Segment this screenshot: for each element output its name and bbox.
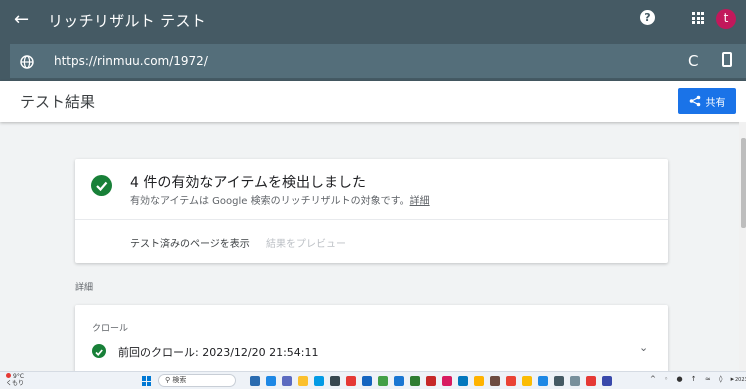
taskbar-app-icon[interactable] xyxy=(362,376,372,386)
taskbar-app-icon[interactable] xyxy=(538,376,548,386)
share-icon xyxy=(689,95,700,107)
url-field[interactable]: https://rinmuu.com/1972/ C xyxy=(10,44,746,78)
taskbar-app-icon[interactable] xyxy=(490,376,500,386)
results-header: テスト結果 共有 xyxy=(0,81,746,122)
crawl-label: クロール xyxy=(92,324,129,334)
share-button[interactable]: 共有 xyxy=(678,88,736,114)
taskbar-app-icon[interactable] xyxy=(570,376,580,386)
taskbar-app-icon[interactable] xyxy=(410,376,420,386)
valid-items-headline: 4 件の有効なアイテムを検出しました xyxy=(130,175,366,191)
mobile-device-icon[interactable] xyxy=(722,52,732,67)
share-label: 共有 xyxy=(705,97,726,109)
reload-icon[interactable]: C xyxy=(688,52,698,70)
os-taskbar: 9°Cくもり ⚲ 検索 ^ ◦ ● ↑ ≈ ◊ ▸ 2023 xyxy=(0,371,746,389)
view-tested-page-button[interactable]: テスト済みのページを表示 xyxy=(130,235,250,250)
help-icon[interactable]: ? xyxy=(640,10,655,25)
url-bar: https://rinmuu.com/1972/ C xyxy=(0,40,746,81)
account-avatar[interactable]: t xyxy=(716,9,736,29)
taskbar-clock: 2023 xyxy=(735,377,746,383)
folder-icon[interactable] xyxy=(298,376,308,386)
taskbar-app-icon[interactable] xyxy=(378,376,388,386)
chevron-down-icon[interactable]: ⌄ xyxy=(639,341,648,354)
scrollbar-thumb[interactable] xyxy=(741,138,746,228)
divider xyxy=(75,219,668,220)
taskbar-app-icon[interactable] xyxy=(602,376,612,386)
taskbar-app-icon[interactable] xyxy=(346,376,356,386)
app-bar: ← リッチリザルト テスト ? t xyxy=(0,0,746,40)
apps-grid-icon[interactable] xyxy=(692,12,704,24)
taskbar-app-icon[interactable] xyxy=(282,376,292,386)
check-circle-icon xyxy=(91,175,112,196)
system-tray[interactable]: ^ ◦ ● ↑ ≈ ◊ ▸ xyxy=(650,375,737,383)
taskbar-app-icon[interactable] xyxy=(522,376,532,386)
gmail-icon[interactable] xyxy=(506,376,516,386)
taskbar-app-icon[interactable] xyxy=(474,376,484,386)
taskbar-app-icon[interactable] xyxy=(250,376,260,386)
taskbar-app-icon[interactable] xyxy=(586,376,596,386)
check-circle-icon xyxy=(92,344,106,358)
preview-results-button[interactable]: 結果をプレビュー xyxy=(266,235,346,250)
taskbar-app-icon[interactable] xyxy=(394,376,404,386)
taskbar-app-icon[interactable] xyxy=(554,376,564,386)
app-title: リッチリザルト テスト xyxy=(48,11,207,30)
tested-url: https://rinmuu.com/1972/ xyxy=(54,54,208,68)
crawl-card: クロール 前回のクロール: 2023/12/20 21:54:11 ⌄ xyxy=(75,305,668,371)
weather-widget[interactable]: 9°C くもり xyxy=(6,373,24,387)
page-title: テスト結果 xyxy=(20,93,96,111)
windows-start-icon[interactable] xyxy=(142,376,152,386)
taskbar-app-icon[interactable] xyxy=(442,376,452,386)
globe-icon xyxy=(20,54,34,69)
details-link[interactable]: 詳細 xyxy=(410,196,430,207)
taskbar-search[interactable]: ⚲ 検索 xyxy=(158,374,236,387)
eligibility-text: 有効なアイテムは Google 検索のリッチリザルトの対象です。詳細 xyxy=(130,196,430,207)
weather-icon xyxy=(6,373,11,378)
last-crawl-row[interactable]: 前回のクロール: 2023/12/20 21:54:11 xyxy=(118,344,319,360)
results-content[interactable]: 4 件の有効なアイテムを検出しました 有効なアイテムは Google 検索のリッ… xyxy=(0,122,746,371)
taskbar-app-icon[interactable] xyxy=(266,376,276,386)
edge-icon[interactable] xyxy=(314,376,324,386)
taskbar-app-icon[interactable] xyxy=(426,376,436,386)
taskbar-app-icon[interactable] xyxy=(330,376,340,386)
details-section-label: 詳細 xyxy=(75,283,94,293)
summary-card: 4 件の有効なアイテムを検出しました 有効なアイテムは Google 検索のリッ… xyxy=(75,159,668,263)
back-arrow-icon[interactable]: ← xyxy=(14,11,40,29)
taskbar-app-icon[interactable] xyxy=(458,376,468,386)
